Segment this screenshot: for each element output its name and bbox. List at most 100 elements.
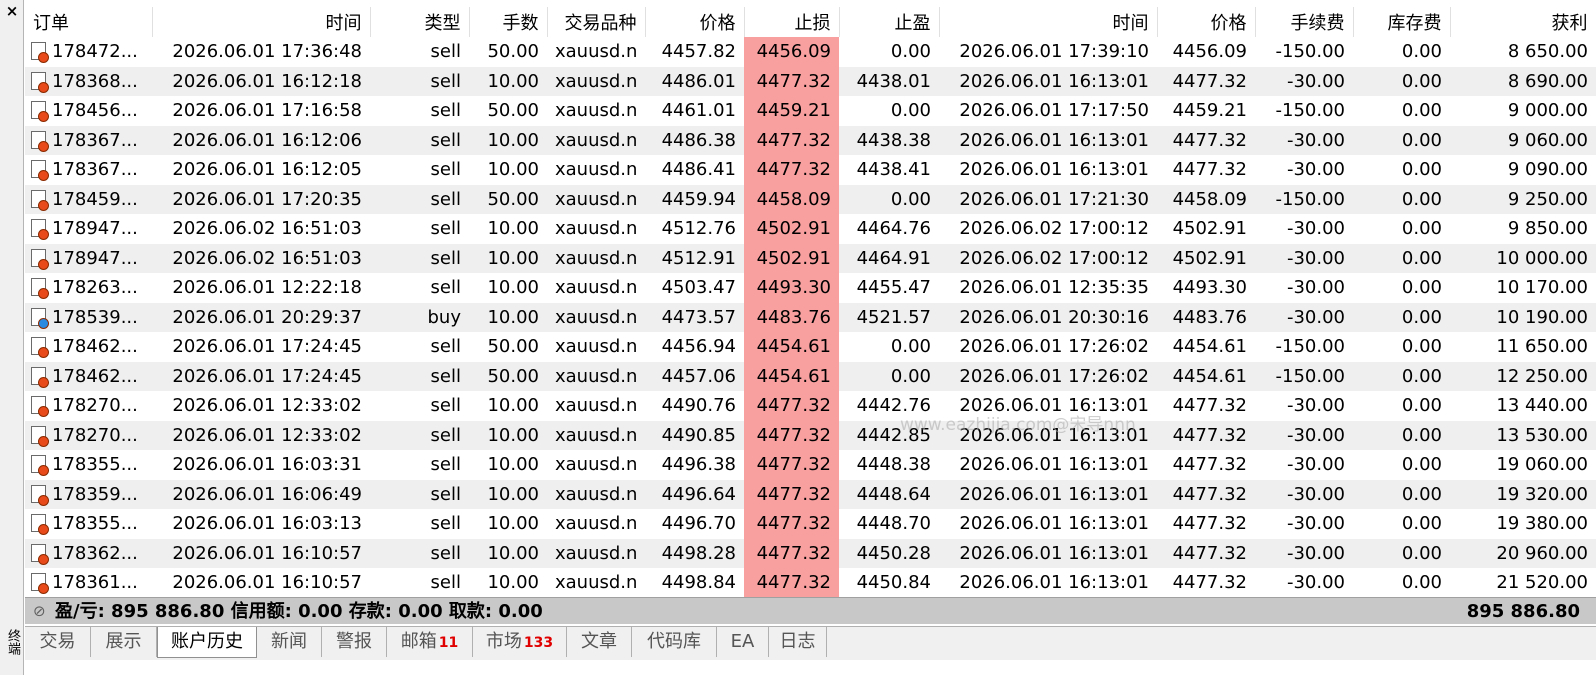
- table-row[interactable]: 178947... 2026.06.02 16:51:03 sell 10.00 xau…: [25, 214, 1596, 244]
- tab-label: 文章: [581, 631, 617, 652]
- column-header[interactable]: 时间: [939, 7, 1158, 37]
- tab-7[interactable]: 文章: [567, 627, 632, 657]
- order-type-dot: [38, 317, 49, 329]
- column-header[interactable]: 手续费: [1255, 7, 1354, 37]
- volume-cell: 10.00: [469, 538, 547, 568]
- take-profit-cell: 4464.76: [856, 218, 931, 240]
- table-row[interactable]: 178462... 2026.06.01 17:24:45 sell 50.00 xau…: [25, 332, 1596, 362]
- order-type-dot: [38, 435, 49, 447]
- tab-label: 邮箱: [400, 631, 437, 652]
- symbol-cell: xauusd.n: [555, 277, 638, 299]
- column-header[interactable]: 类型: [370, 7, 470, 37]
- column-header[interactable]: 止盈: [839, 7, 940, 37]
- open-price-cell: 4456.94: [661, 336, 736, 358]
- tab-3[interactable]: 新闻: [257, 627, 322, 657]
- stop-loss-cell: 4477.32: [744, 538, 839, 568]
- type-cell: sell: [370, 361, 469, 391]
- tab-1[interactable]: 展示: [91, 627, 157, 657]
- volume-cell: 10.00: [487, 454, 539, 476]
- tab-6[interactable]: 市场 133: [473, 627, 567, 657]
- profit-cell: 8 690.00: [1450, 66, 1596, 96]
- tab-10[interactable]: 日志: [769, 627, 827, 657]
- sell-order-icon: [31, 219, 49, 241]
- table-row[interactable]: 178456... 2026.06.01 17:16:58 sell 50.00 xau…: [25, 96, 1596, 126]
- table-row[interactable]: 178947... 2026.06.02 16:51:03 sell 10.00 xau…: [25, 243, 1596, 273]
- account-history-table: 订单 时间 类型 手数 交易品种 价格 止损 止盈 时间 价格 手续费 库存费 获利 178472...…: [25, 7, 1596, 598]
- column-header[interactable]: 止损: [744, 7, 840, 37]
- tab-5[interactable]: 邮箱 11: [387, 627, 473, 657]
- open-price-cell: 4512.91: [645, 243, 744, 273]
- commission-cell: -30.00: [1286, 454, 1345, 476]
- table-row[interactable]: 178459... 2026.06.01 17:20:35 sell 50.00 xau…: [25, 184, 1596, 214]
- close-price-cell: 4477.32: [1157, 66, 1255, 96]
- order-type-dot: [38, 52, 49, 64]
- tab-8[interactable]: 代码库: [632, 627, 717, 657]
- tab-label: 代码库: [647, 631, 701, 652]
- close-time-cell: 2026.06.01 16:13:01: [959, 159, 1149, 181]
- table-row[interactable]: 178367... 2026.06.01 16:12:06 sell 10.00 xau…: [25, 125, 1596, 155]
- column-header[interactable]: 获利: [1450, 7, 1596, 37]
- sell-order-icon: [31, 189, 49, 211]
- order-number: 178270...: [52, 424, 138, 446]
- type-cell: sell: [430, 395, 461, 417]
- symbol-cell: xauusd.n: [555, 336, 638, 358]
- open-time-cell: 2026.06.01 16:12:05: [172, 159, 362, 181]
- order-cell: 178361...: [25, 568, 152, 598]
- tab-9[interactable]: EA: [717, 627, 769, 657]
- tab-4[interactable]: 警报: [322, 627, 387, 657]
- column-header[interactable]: 订单: [25, 7, 153, 37]
- tab-badge: 133: [523, 635, 554, 651]
- type-cell: sell: [430, 100, 461, 122]
- table-row[interactable]: 178263... 2026.06.01 12:22:18 sell 10.00 xau…: [25, 273, 1596, 303]
- column-header[interactable]: 时间: [152, 7, 371, 37]
- summary-total: 895 886.80: [1466, 601, 1580, 622]
- table-row[interactable]: 178367... 2026.06.01 16:12:05 sell 10.00 xau…: [25, 155, 1596, 185]
- profit-cell: 8 650.00: [1507, 41, 1588, 63]
- open-price-cell: 4473.57: [645, 302, 744, 332]
- swap-cell: 0.00: [1401, 395, 1442, 417]
- type-cell: sell: [430, 572, 461, 594]
- table-row[interactable]: 178355... 2026.06.01 16:03:31 sell 10.00 xau…: [25, 450, 1596, 480]
- order-type-dot: [38, 553, 49, 565]
- close-time-cell: 2026.06.01 16:13:01: [959, 454, 1149, 476]
- volume-cell: 50.00: [487, 41, 539, 63]
- type-cell: sell: [370, 479, 469, 509]
- volume-cell: 10.00: [487, 572, 539, 594]
- order-number: 178459...: [52, 188, 138, 210]
- column-header[interactable]: 交易品种: [547, 7, 646, 37]
- table-row[interactable]: 178539... 2026.06.01 20:29:37 buy 10.00 xauu…: [25, 302, 1596, 332]
- table-row[interactable]: 178270... 2026.06.01 12:33:02 sell 10.00 xau…: [25, 420, 1596, 450]
- column-header[interactable]: 库存费: [1353, 7, 1451, 37]
- symbol-cell: xauusd.n: [555, 454, 638, 476]
- table-row[interactable]: 178472... 2026.06.01 17:36:48 sell 50.00 xau…: [25, 37, 1596, 67]
- close-icon[interactable]: ×: [4, 3, 20, 19]
- order-type-dot: [38, 81, 49, 93]
- table-row[interactable]: 178362... 2026.06.01 16:10:57 sell 10.00 xau…: [25, 538, 1596, 568]
- order-number: 178361...: [52, 572, 138, 594]
- open-price-cell: 4512.76: [661, 218, 736, 240]
- stop-loss-cell: 4477.32: [744, 420, 839, 450]
- volume-cell: 50.00: [469, 184, 547, 214]
- tab-2[interactable]: 账户历史: [157, 627, 257, 658]
- open-time-cell: 2026.06.01 17:24:45: [152, 361, 370, 391]
- stop-loss-cell: 4502.91: [744, 214, 839, 244]
- column-header[interactable]: 价格: [645, 7, 745, 37]
- table-row[interactable]: 178368... 2026.06.01 16:12:18 sell 10.00 xau…: [25, 66, 1596, 96]
- take-profit-cell: 4438.41: [856, 159, 931, 181]
- close-time-cell: 2026.06.01 17:39:10: [959, 41, 1149, 63]
- symbol-cell: xauusd.n: [547, 125, 645, 155]
- order-number: 178362...: [52, 542, 138, 564]
- tab-0[interactable]: 交易: [25, 627, 91, 657]
- type-cell: sell: [430, 41, 461, 63]
- open-price-cell: 4496.38: [661, 454, 736, 476]
- table-row[interactable]: 178462... 2026.06.01 17:24:45 sell 50.00 xau…: [25, 361, 1596, 391]
- table-row[interactable]: 178361... 2026.06.01 16:10:57 sell 10.00 xau…: [25, 568, 1596, 598]
- close-time-cell: 2026.06.01 16:13:01: [939, 538, 1157, 568]
- table-row[interactable]: 178355... 2026.06.01 16:03:13 sell 10.00 xau…: [25, 509, 1596, 539]
- symbol-cell: xauusd.n: [547, 302, 645, 332]
- swap-cell: 0.00: [1353, 66, 1450, 96]
- column-header[interactable]: 手数: [469, 7, 548, 37]
- column-header[interactable]: 价格: [1157, 7, 1256, 37]
- table-row[interactable]: 178270... 2026.06.01 12:33:02 sell 10.00 xau…: [25, 391, 1596, 421]
- table-row[interactable]: 178359... 2026.06.01 16:06:49 sell 10.00 xau…: [25, 479, 1596, 509]
